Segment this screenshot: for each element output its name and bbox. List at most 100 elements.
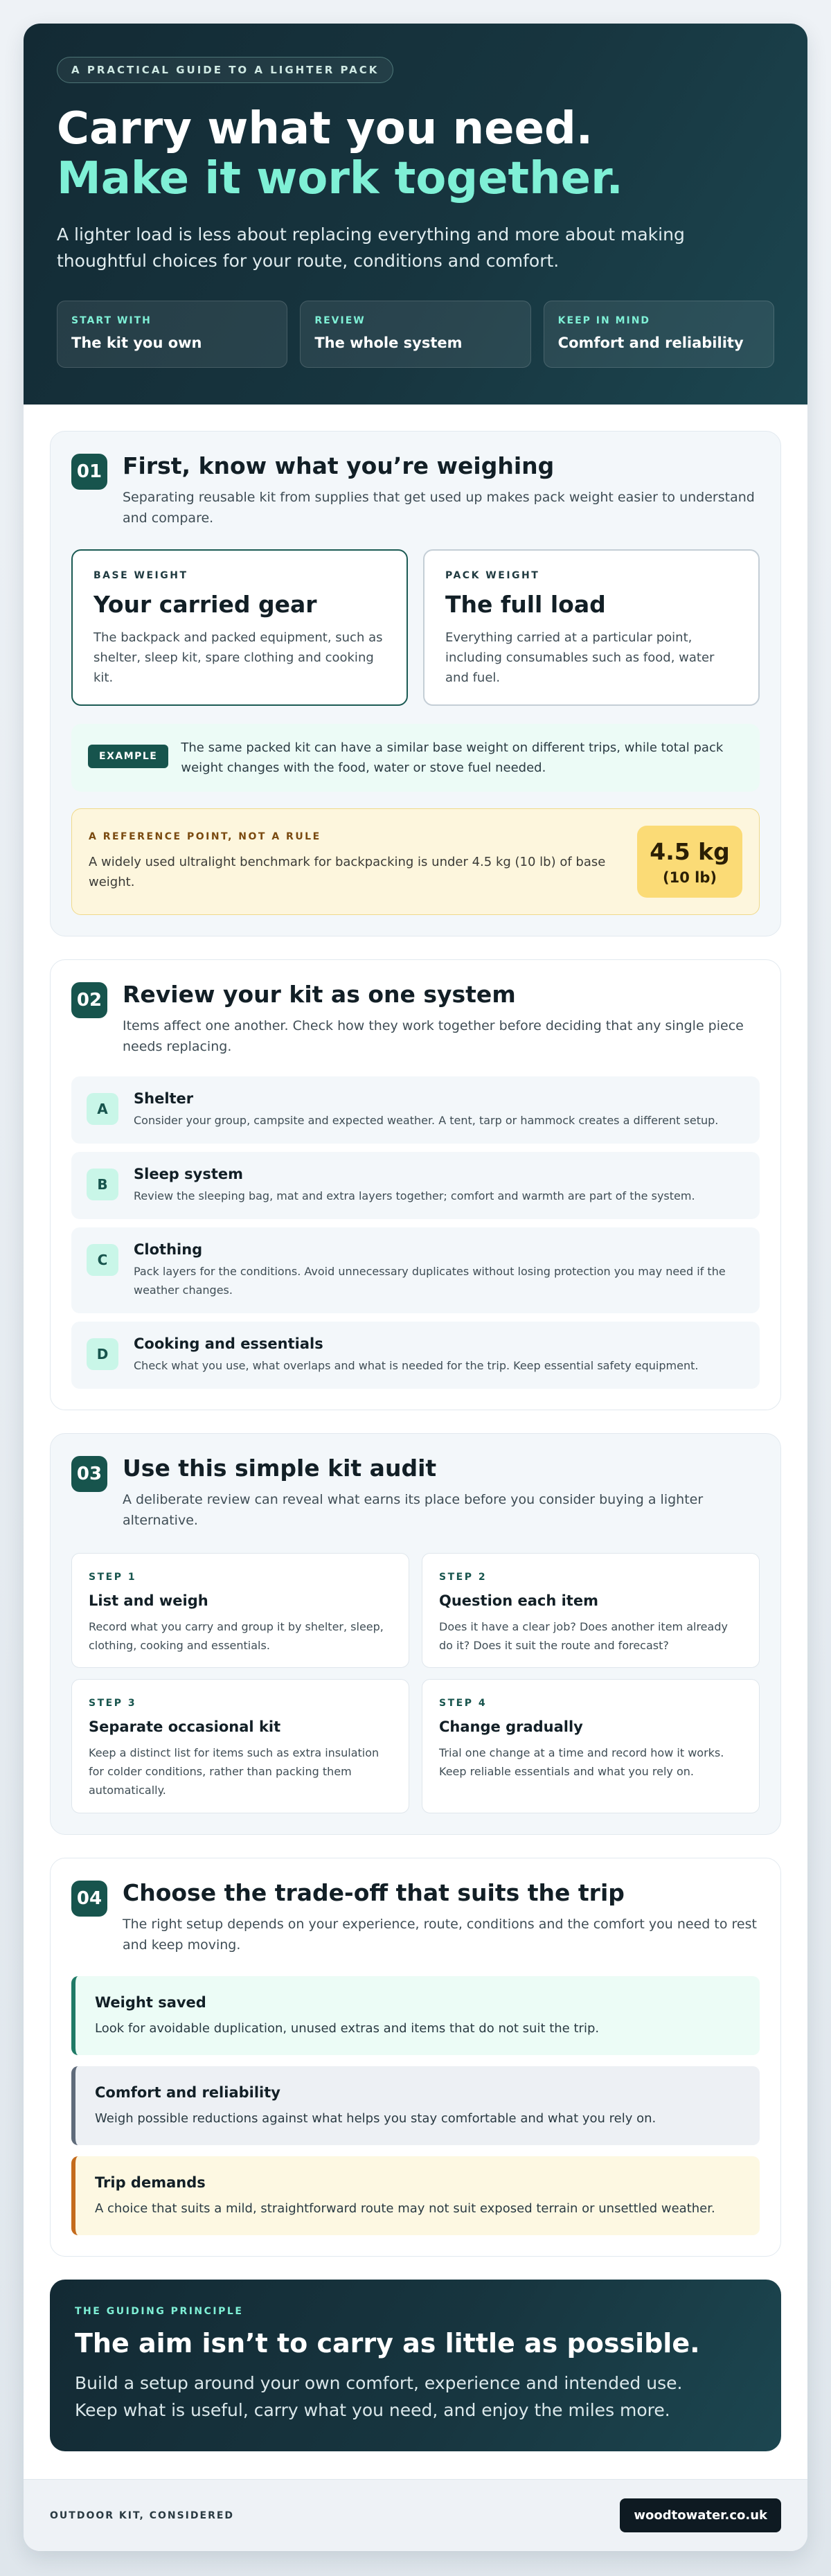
reference-callout: A REFERENCE POINT, NOT A RULE A widely u…	[71, 808, 760, 915]
example-text: The same packed kit can have a similar b…	[181, 740, 724, 775]
section-number: 02	[71, 982, 107, 1018]
item-name: Cooking and essentials	[134, 1335, 323, 1352]
main-content: 01 First, know what you’re weighing Sepa…	[24, 405, 807, 2451]
list-item: A Shelter Consider your group, campsite …	[71, 1076, 760, 1144]
section-number: 04	[71, 1881, 107, 1917]
hero-card-label: KEEP IN MIND	[557, 315, 651, 326]
item-description: Check what you use, what overlaps and wh…	[134, 1359, 699, 1372]
item-letter-badge: C	[87, 1244, 118, 1276]
footer-brand: OUTDOOR KIT, CONSIDERED	[50, 2510, 235, 2521]
guide-card: A PRACTICAL GUIDE TO A LIGHTER PACK Carr…	[24, 24, 807, 2551]
footer: OUTDOOR KIT, CONSIDERED woodtowater.co.u…	[24, 2479, 807, 2551]
hero-card-value: The whole system	[314, 335, 463, 351]
card-title: The full load	[445, 591, 606, 618]
section-system: 02 Review your kit as one system Items a…	[50, 959, 781, 1410]
card-label: PACK WEIGHT	[445, 570, 540, 581]
hero-title-line2: Make it work together.	[57, 153, 623, 204]
audit-steps: STEP 1 List and weigh Record what you ca…	[71, 1553, 760, 1813]
section-intro: Separating reusable kit from supplies th…	[123, 490, 755, 526]
guiding-principle: THE GUIDING PRINCIPLE The aim isn’t to c…	[50, 2280, 781, 2451]
principle-text: Build a setup around your own comfort, e…	[75, 2370, 756, 2424]
item-name: Clothing	[134, 1241, 203, 1258]
weight-definitions: BASE WEIGHT Your carried gear The backpa…	[71, 549, 760, 706]
trade-off-description: A choice that suits a mild, straightforw…	[95, 2201, 715, 2216]
section-title: First, know what you’re weighing	[123, 452, 555, 479]
example-tag: EXAMPLE	[88, 745, 169, 768]
reference-text: A widely used ultralight benchmark for b…	[89, 855, 606, 889]
section-trade-offs: 04 Choose the trade-off that suits the t…	[50, 1858, 781, 2257]
system-list: A Shelter Consider your group, campsite …	[71, 1076, 760, 1389]
hero-title-line1: Carry what you need.	[57, 103, 593, 154]
item-description: Review the sleeping bag, mat and extra l…	[134, 1189, 695, 1202]
hero-card-review: REVIEW The whole system	[300, 301, 531, 368]
step-title: List and weigh	[89, 1592, 208, 1609]
base-weight-card: BASE WEIGHT Your carried gear The backpa…	[71, 549, 408, 706]
section-intro: A deliberate review can reveal what earn…	[123, 1492, 704, 1528]
section-intro: Items affect one another. Check how they…	[123, 1018, 744, 1054]
section-header: 03 Use this simple kit audit A deliberat…	[71, 1455, 760, 1531]
hero-card-label: START WITH	[71, 315, 152, 326]
step-title: Question each item	[439, 1592, 598, 1609]
reference-weight-badge: 4.5 kg (10 lb)	[637, 826, 742, 898]
section-header: 02 Review your kit as one system Items a…	[71, 981, 760, 1057]
trade-off-comfort: Comfort and reliability Weigh possible r…	[71, 2066, 760, 2145]
step-title: Change gradually	[439, 1718, 583, 1735]
trade-off-description: Look for avoidable duplication, unused e…	[95, 2021, 600, 2036]
trade-off-title: Weight saved	[95, 1994, 206, 2011]
card-title: Your carried gear	[93, 591, 317, 618]
trade-off-weight-saved: Weight saved Look for avoidable duplicat…	[71, 1976, 760, 2055]
step-card: STEP 3 Separate occasional kit Keep a di…	[71, 1679, 409, 1813]
section-header: 01 First, know what you’re weighing Sepa…	[71, 452, 760, 528]
trade-off-list: Weight saved Look for avoidable duplicat…	[71, 1976, 760, 2235]
hero-lead: A lighter load is less about replacing e…	[57, 224, 685, 271]
reference-value-alt: (10 lb)	[663, 869, 717, 886]
step-label: STEP 1	[89, 1572, 137, 1583]
section-title: Use this simple kit audit	[123, 1455, 437, 1482]
item-letter-badge: A	[87, 1093, 118, 1125]
hero: A PRACTICAL GUIDE TO A LIGHTER PACK Carr…	[24, 24, 807, 405]
section-number: 03	[71, 1456, 107, 1492]
trade-off-title: Trip demands	[95, 2174, 206, 2191]
step-description: Keep a distinct list for items such as e…	[89, 1746, 379, 1797]
principle-title: The aim isn’t to carry as little as poss…	[75, 2328, 700, 2359]
step-card: STEP 2 Question each item Does it have a…	[422, 1553, 760, 1668]
list-item: C Clothing Pack layers for the condition…	[71, 1227, 760, 1313]
item-description: Pack layers for the conditions. Avoid un…	[134, 1265, 726, 1297]
card-label: BASE WEIGHT	[93, 570, 188, 581]
section-header: 04 Choose the trade-off that suits the t…	[71, 1879, 760, 1955]
step-card: STEP 4 Change gradually Trial one change…	[422, 1679, 760, 1813]
trade-off-description: Weigh possible reductions against what h…	[95, 2111, 656, 2126]
section-intro: The right setup depends on your experien…	[123, 1917, 757, 1953]
step-label: STEP 3	[89, 1698, 137, 1709]
item-letter-badge: D	[87, 1338, 118, 1370]
card-description: Everything carried at a particular point…	[445, 630, 715, 685]
reference-value: 4.5 kg	[650, 837, 730, 865]
principle-line1: Build a setup around your own comfort, e…	[75, 2373, 683, 2393]
item-letter-badge: B	[87, 1169, 118, 1200]
step-card: STEP 1 List and weigh Record what you ca…	[71, 1553, 409, 1668]
hero-card-keep-in-mind: KEEP IN MIND Comfort and reliability	[543, 301, 774, 368]
step-label: STEP 2	[439, 1572, 488, 1583]
hero-card-start: START WITH The kit you own	[57, 301, 288, 368]
step-label: STEP 4	[439, 1698, 488, 1709]
step-description: Record what you carry and group it by sh…	[89, 1620, 384, 1652]
trade-off-trip-demands: Trip demands A choice that suits a mild,…	[71, 2156, 760, 2235]
trade-off-title: Comfort and reliability	[95, 2084, 280, 2101]
list-item: B Sleep system Review the sleeping bag, …	[71, 1152, 760, 1219]
hero-card-value: The kit you own	[71, 335, 202, 351]
item-name: Shelter	[134, 1090, 194, 1107]
pack-weight-card: PACK WEIGHT The full load Everything car…	[423, 549, 760, 706]
hero-card-label: REVIEW	[314, 315, 366, 326]
step-description: Trial one change at a time and record ho…	[439, 1746, 724, 1778]
reference-label: A REFERENCE POINT, NOT A RULE	[89, 831, 321, 842]
principle-label: THE GUIDING PRINCIPLE	[75, 2306, 244, 2317]
hero-eyebrow: A PRACTICAL GUIDE TO A LIGHTER PACK	[57, 57, 394, 83]
website-link[interactable]: woodtowater.co.uk	[620, 2498, 781, 2532]
section-title: Choose the trade-off that suits the trip	[123, 1879, 625, 1906]
section-number: 01	[71, 454, 107, 490]
hero-title: Carry what you need. Make it work togeth…	[57, 104, 774, 204]
item-description: Consider your group, campsite and expect…	[134, 1114, 719, 1127]
hero-cards: START WITH The kit you own REVIEW The wh…	[57, 301, 774, 368]
hero-card-value: Comfort and reliability	[557, 335, 744, 351]
list-item: D Cooking and essentials Check what you …	[71, 1322, 760, 1389]
